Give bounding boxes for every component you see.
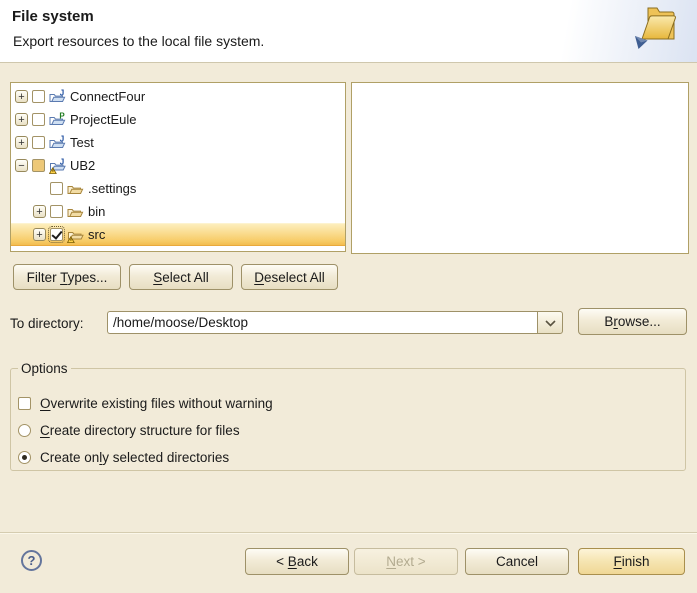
- checkbox[interactable]: [32, 113, 45, 126]
- folder-icon: [67, 181, 84, 197]
- page-description: Export resources to the local file syste…: [13, 33, 264, 49]
- svg-text:J: J: [60, 89, 64, 97]
- svg-text:P: P: [59, 112, 65, 120]
- svg-text:J: J: [60, 158, 64, 166]
- export-file-system-dialog: File system Export resources to the loca…: [0, 0, 697, 593]
- next-button: Next >: [354, 548, 458, 575]
- options-legend: Options: [18, 361, 71, 376]
- back-button[interactable]: < Back: [245, 548, 349, 575]
- folder-warning-icon: [67, 227, 84, 243]
- finish-button[interactable]: Finish: [578, 548, 685, 575]
- expand-icon[interactable]: [15, 113, 28, 126]
- label-part: owse...: [618, 314, 661, 329]
- svg-text:J: J: [60, 135, 64, 143]
- directory-value: /home/moose/Desktop: [113, 315, 248, 330]
- directory-dropdown-button[interactable]: [537, 311, 563, 334]
- expand-icon[interactable]: [15, 90, 28, 103]
- option-label: Create directory structure for files: [40, 423, 240, 438]
- deselect-all-button[interactable]: Deselect All: [241, 264, 338, 290]
- label-part: eselect All: [264, 270, 325, 285]
- to-directory-label: To directory:: [10, 316, 84, 331]
- export-folder-icon: [631, 3, 683, 58]
- tree-item-label: Test: [70, 135, 94, 150]
- dialog-header: File system Export resources to the loca…: [0, 0, 697, 63]
- page-title: File system: [12, 8, 94, 25]
- checkbox[interactable]: [50, 205, 63, 218]
- tree-item-label: bin: [88, 204, 105, 219]
- filter-types-button[interactable]: Filter Types...: [13, 264, 121, 290]
- option-create-directory-structure[interactable]: Create directory structure for files: [18, 421, 240, 439]
- label-part: ypes...: [68, 270, 108, 285]
- mnemonic: D: [254, 270, 264, 285]
- checkbox-grayed[interactable]: [32, 159, 45, 172]
- checkbox[interactable]: [50, 182, 63, 195]
- directory-input[interactable]: /home/moose/Desktop: [107, 311, 537, 334]
- label-part: <: [276, 554, 288, 569]
- tree-item-label: ConnectFour: [70, 89, 145, 104]
- help-button[interactable]: ?: [21, 550, 42, 571]
- browse-button[interactable]: Browse...: [578, 308, 687, 335]
- expand-icon[interactable]: [15, 136, 28, 149]
- resource-tree[interactable]: J ConnectFour P ProjectEule: [10, 82, 346, 252]
- collapse-icon[interactable]: [15, 159, 28, 172]
- label-part: elect All: [162, 270, 209, 285]
- question-mark-icon: ?: [28, 553, 36, 568]
- java-project-icon: J: [49, 135, 66, 151]
- label-part: B: [604, 314, 613, 329]
- java-project-icon: J: [49, 89, 66, 105]
- tree-item-bin[interactable]: bin: [11, 200, 345, 223]
- tree-item-connectfour[interactable]: J ConnectFour: [11, 85, 345, 108]
- expand-icon[interactable]: [33, 205, 46, 218]
- tree-item-settings[interactable]: .settings: [11, 177, 345, 200]
- label-part: ext >: [396, 554, 426, 569]
- tree-item-label: .settings: [88, 181, 136, 196]
- indent-spacer: [33, 182, 46, 195]
- tree-item-label: UB2: [70, 158, 95, 173]
- option-label: Overwrite existing files without warning: [40, 396, 273, 411]
- tree-item-label: src: [88, 227, 105, 242]
- checkbox[interactable]: [32, 136, 45, 149]
- expand-icon[interactable]: [33, 228, 46, 241]
- select-all-button[interactable]: Select All: [129, 264, 233, 290]
- checkbox[interactable]: [18, 397, 31, 410]
- tree-item-label: ProjectEule: [70, 112, 136, 127]
- tree-item-test[interactable]: J Test: [11, 131, 345, 154]
- chevron-down-icon: [545, 315, 556, 330]
- mnemonic: F: [613, 554, 621, 569]
- footer-divider: [0, 532, 697, 534]
- label-part: Cancel: [496, 554, 538, 569]
- tree-item-projecteule[interactable]: P ProjectEule: [11, 108, 345, 131]
- cancel-button[interactable]: Cancel: [465, 548, 569, 575]
- radio-button-selected[interactable]: [18, 451, 31, 464]
- checkbox-checked[interactable]: [50, 228, 63, 241]
- file-list-panel[interactable]: [351, 82, 689, 254]
- radio-button[interactable]: [18, 424, 31, 437]
- checkbox[interactable]: [32, 90, 45, 103]
- folder-icon: [67, 204, 84, 220]
- label-part: inish: [622, 554, 650, 569]
- mnemonic: B: [288, 554, 297, 569]
- tree-item-src-selected[interactable]: src: [11, 223, 345, 246]
- mnemonic: N: [386, 554, 396, 569]
- project-icon: P: [49, 112, 66, 128]
- label-part: ack: [297, 554, 318, 569]
- mnemonic: T: [60, 270, 68, 285]
- label-part: Filter: [27, 270, 61, 285]
- java-project-warning-icon: J: [49, 158, 66, 174]
- option-overwrite[interactable]: Overwrite existing files without warning: [18, 394, 273, 412]
- tree-item-ub2[interactable]: J UB2: [11, 154, 345, 177]
- option-label: Create only selected directories: [40, 450, 229, 465]
- option-create-only-selected[interactable]: Create only selected directories: [18, 448, 229, 466]
- mnemonic: S: [153, 270, 162, 285]
